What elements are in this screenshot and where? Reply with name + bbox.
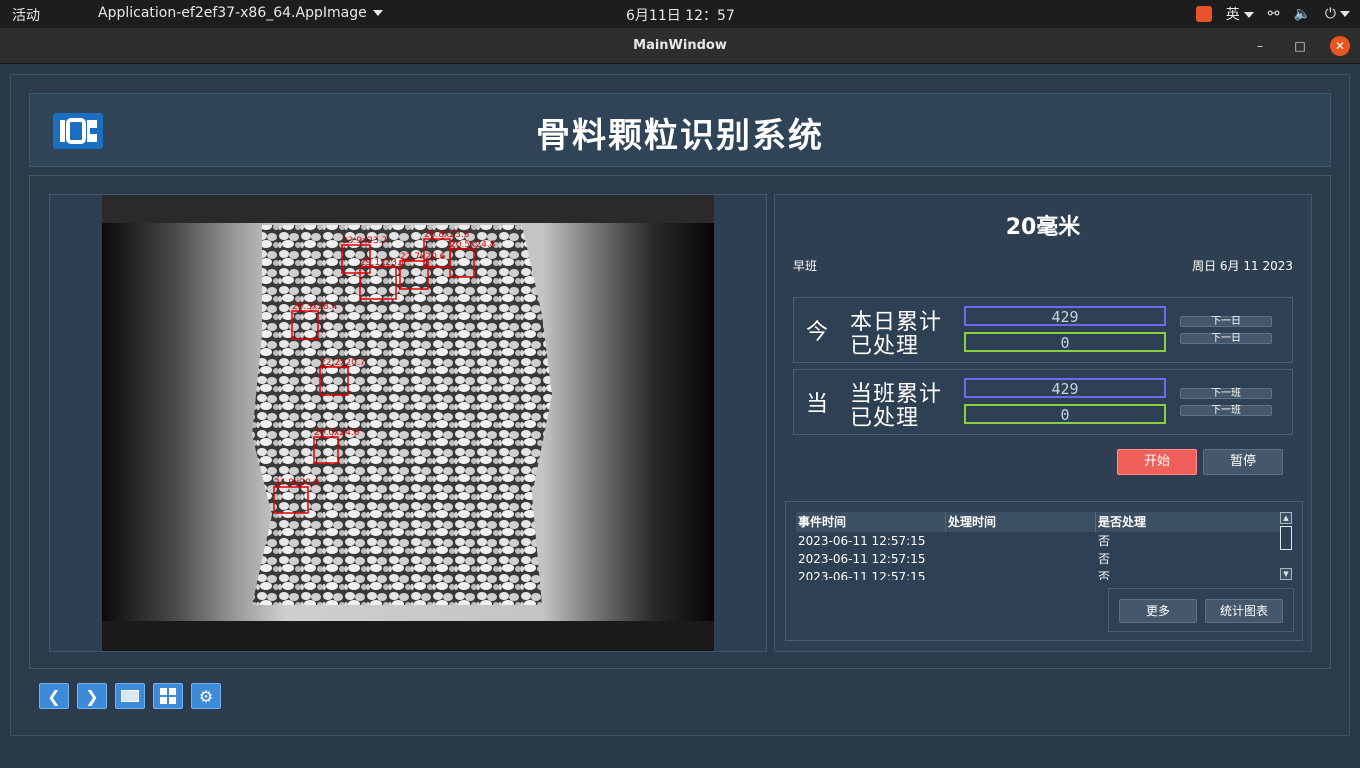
detection-box xyxy=(319,366,349,396)
shift-big-label: 当 xyxy=(806,392,829,417)
table-cell: 否 xyxy=(1098,534,1111,548)
detection-label: 26.8x23.3 xyxy=(424,230,469,240)
app-menu[interactable]: Application-ef2ef37-x86_64.AppImage xyxy=(98,5,383,21)
detection-box xyxy=(273,486,309,514)
today-total-display: 429 xyxy=(964,306,1166,326)
table-cell xyxy=(946,550,1096,568)
app-header: 骨料颗粒识别系统 xyxy=(29,93,1331,167)
minimize-button[interactable]: – xyxy=(1250,36,1270,56)
scroll-down-icon[interactable]: ▼ xyxy=(1280,568,1292,580)
shift-processed-label: 已处理 xyxy=(850,406,920,431)
gear-icon[interactable]: ⚙ xyxy=(191,683,221,709)
today-big-label: 今 xyxy=(806,320,829,345)
shift-label: 早班 xyxy=(793,259,818,273)
chevron-left-icon[interactable]: ❮ xyxy=(39,683,69,709)
app-title: 骨料颗粒识别系统 xyxy=(536,116,824,156)
table-row[interactable]: 2023-06-11 12:57:15 否 xyxy=(796,532,1282,550)
detection-box xyxy=(291,310,319,340)
system-tray: 英 ⚯ 🔈 ⏻ xyxy=(1195,4,1350,24)
camera-view: 23.9x23.7 26.8x23.3 20.5x24.8 22.7x20.6 29.1… xyxy=(102,195,714,651)
table-cell: 2023-06-11 12:57:15 xyxy=(798,534,926,548)
date-label: 周日 6月 11 2023 xyxy=(1192,259,1293,273)
table-cell xyxy=(946,532,1096,550)
scroll-thumb[interactable] xyxy=(1280,526,1292,550)
detection-label: 20.5x24.8 xyxy=(450,240,496,250)
chevron-down-icon xyxy=(1340,11,1350,17)
single-view-icon[interactable] xyxy=(115,683,145,709)
detection-label: 23.9x23.7 xyxy=(342,236,387,246)
next-day-button-2[interactable]: 下一日 xyxy=(1180,333,1272,344)
pause-button[interactable]: 暂停 xyxy=(1203,449,1283,475)
network-icon[interactable]: ⚯ xyxy=(1268,6,1280,22)
detection-label: 20.3x28.4 xyxy=(292,302,338,312)
next-shift-button-2[interactable]: 下一班 xyxy=(1180,405,1272,416)
size-title: 20毫米 xyxy=(1005,215,1081,240)
activities-button[interactable]: 活动 xyxy=(12,5,40,25)
detection-overlay: 23.9x23.7 26.8x23.320.5x24.8 22.7x20.629.1… xyxy=(273,230,496,514)
detection-label: 22.7x20.6 xyxy=(400,252,446,262)
table-button-box: 更多 统计图表 xyxy=(1108,588,1294,632)
detection-label: 29.1x23.1 xyxy=(360,258,405,268)
next-shift-button[interactable]: 下一班 xyxy=(1180,388,1272,399)
table-row[interactable]: 2023-06-11 12:57:15 否 xyxy=(796,550,1282,568)
shift-processed-display: 0 xyxy=(964,404,1166,424)
window-title-bar: MainWindow – □ ✕ xyxy=(0,28,1360,64)
status-panel: 20毫米 早班 周日 6月 11 2023 今 本日累计 已处理 429 0 下… xyxy=(774,194,1312,652)
detection-box xyxy=(449,248,475,278)
volume-icon[interactable]: 🔈 xyxy=(1293,6,1310,22)
input-method-menu[interactable]: 英 xyxy=(1226,4,1254,24)
table-cell: 否 xyxy=(1098,552,1111,566)
maximize-button[interactable]: □ xyxy=(1290,36,1310,56)
table-cell: 2023-06-11 12:57:15 xyxy=(798,552,926,566)
detection-label: 22.2x20.7 xyxy=(320,358,365,368)
today-processed-display: 0 xyxy=(964,332,1166,352)
close-button[interactable]: ✕ xyxy=(1330,36,1350,56)
event-table-box: 事件时间 处理时间 是否处理 2023-06-11 12:57:15 否 202… xyxy=(785,501,1303,641)
next-day-button[interactable]: 下一日 xyxy=(1180,316,1272,327)
app-menu-label: Application-ef2ef37-x86_64.AppImage xyxy=(98,5,367,21)
system-top-bar: 活动 Application-ef2ef37-x86_64.AppImage 6… xyxy=(0,0,1360,28)
today-processed-label: 已处理 xyxy=(850,334,920,359)
grid-view-icon[interactable] xyxy=(153,683,183,709)
input-method-label: 英 xyxy=(1225,7,1240,23)
chevron-down-icon xyxy=(1243,12,1254,18)
table-cell: 否 xyxy=(1098,570,1111,580)
content-area: 23.9x23.7 26.8x23.3 20.5x24.8 22.7x20.6 29.1… xyxy=(29,175,1331,669)
more-button[interactable]: 更多 xyxy=(1119,599,1197,623)
shift-total-display: 429 xyxy=(964,378,1166,398)
main-window-body: 骨料颗粒识别系统 23.9x23.7 26.8x23.3 20.5x24.8 2… xyxy=(10,74,1350,736)
detection-box xyxy=(359,266,397,300)
detection-label: 24.9x20.0 xyxy=(274,478,320,488)
image-panel: 23.9x23.7 26.8x23.3 20.5x24.8 22.7x20.6 29.1… xyxy=(49,194,767,652)
clock[interactable]: 6月11日 12：57 xyxy=(626,5,735,25)
detection-label: 20.0x24.0 xyxy=(314,428,360,438)
column-header-processed[interactable]: 是否处理 xyxy=(1096,512,1282,532)
app-indicator-icon[interactable] xyxy=(1195,6,1212,22)
column-header-process-time[interactable]: 处理时间 xyxy=(946,512,1096,532)
event-table: 事件时间 处理时间 是否处理 2023-06-11 12:57:15 否 202… xyxy=(796,512,1282,580)
stats-chart-button[interactable]: 统计图表 xyxy=(1205,599,1283,623)
shift-counter-box: 当 当班累计 已处理 429 0 下一班 下一班 xyxy=(793,369,1293,435)
today-counter-box: 今 本日累计 已处理 429 0 下一日 下一日 xyxy=(793,297,1293,363)
chevron-down-icon xyxy=(372,10,383,16)
detection-box xyxy=(313,436,339,464)
power-icon[interactable]: ⏻ xyxy=(1325,6,1350,22)
window-title: MainWindow xyxy=(633,38,727,53)
start-button[interactable]: 开始 xyxy=(1117,449,1197,475)
table-cell: 2023-06-11 12:57:15 xyxy=(798,570,926,580)
scroll-up-icon[interactable]: ▲ xyxy=(1280,512,1292,524)
chevron-right-icon[interactable]: ❯ xyxy=(77,683,107,709)
table-row[interactable]: 2023-06-11 12:57:15 否 xyxy=(796,568,1282,580)
column-header-event-time[interactable]: 事件时间 xyxy=(796,512,946,532)
table-cell xyxy=(946,568,1096,580)
table-header: 事件时间 处理时间 是否处理 xyxy=(796,512,1282,532)
table-scrollbar[interactable]: ▲ ▼ xyxy=(1280,512,1292,580)
bottom-nav: ❮ ❯ ⚙ xyxy=(39,683,221,709)
